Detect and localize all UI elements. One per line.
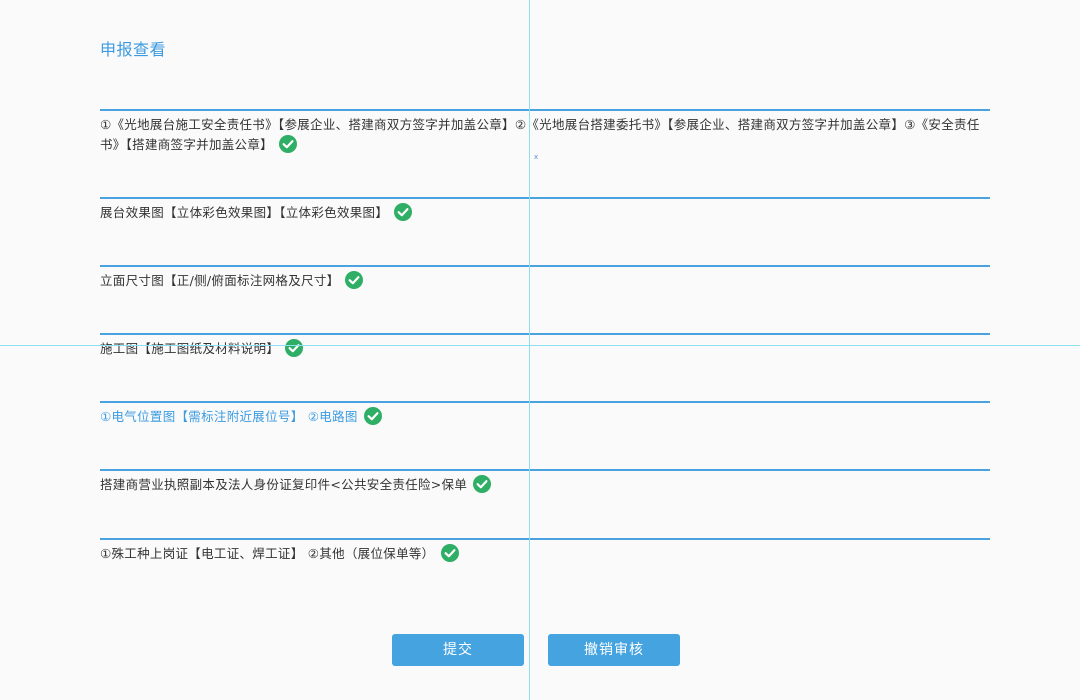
withdraw-review-button[interactable]: 撤销审核 [548,634,680,666]
check-circle-icon [473,475,492,493]
section-label: ①电气位置图【需标注附近展位号】 ②电路图 [100,409,358,424]
section-business-license: 搭建商营业执照副本及法人身份证复印件<公共安全责任险>保单 [100,469,990,538]
section-construction-drawing: 施工图【施工图纸及材料说明】 [100,333,990,402]
section-label: 立面尺寸图【正/侧/俯面标注网格及尺寸】 [100,273,340,288]
section-work-certificates: ①殊工种上岗证【电工证、焊工证】 ②其他（展位保单等） [100,538,990,600]
section-label: 搭建商营业执照副本及法人身份证复印件<公共安全责任险>保单 [100,477,468,492]
horizontal-guide-line [0,345,1080,346]
submit-button[interactable]: 提交 [392,634,524,666]
check-circle-icon [345,271,364,289]
check-circle-icon [363,407,382,425]
section-safety-documents: ①《光地展台施工安全责任书》【参展企业、搭建商双方签字并加盖公章】②《光地展台搭… [100,109,990,197]
section-label: ①《光地展台施工安全责任书》【参展企业、搭建商双方签字并加盖公章】②《光地展台搭… [100,117,980,152]
page-title: 申报查看 [100,40,167,59]
section-label: ①殊工种上岗证【电工证、焊工证】 ②其他（展位保单等） [100,546,435,561]
section-label: 施工图【施工图纸及材料说明】 [100,341,280,356]
check-circle-icon [285,339,304,357]
vertical-guide-line [529,0,530,700]
section-label: 展台效果图【立体彩色效果图】【立体彩色效果图】 [100,205,389,220]
check-circle-icon [394,203,413,221]
check-circle-icon [440,544,459,562]
stray-mark: x [534,153,539,161]
section-booth-rendering: 展台效果图【立体彩色效果图】【立体彩色效果图】 [100,197,990,266]
section-elevation-drawing: 立面尺寸图【正/侧/俯面标注网格及尺寸】 [100,265,990,334]
section-electrical-drawing: ①电气位置图【需标注附近展位号】 ②电路图 [100,401,990,470]
check-circle-icon [278,135,297,153]
